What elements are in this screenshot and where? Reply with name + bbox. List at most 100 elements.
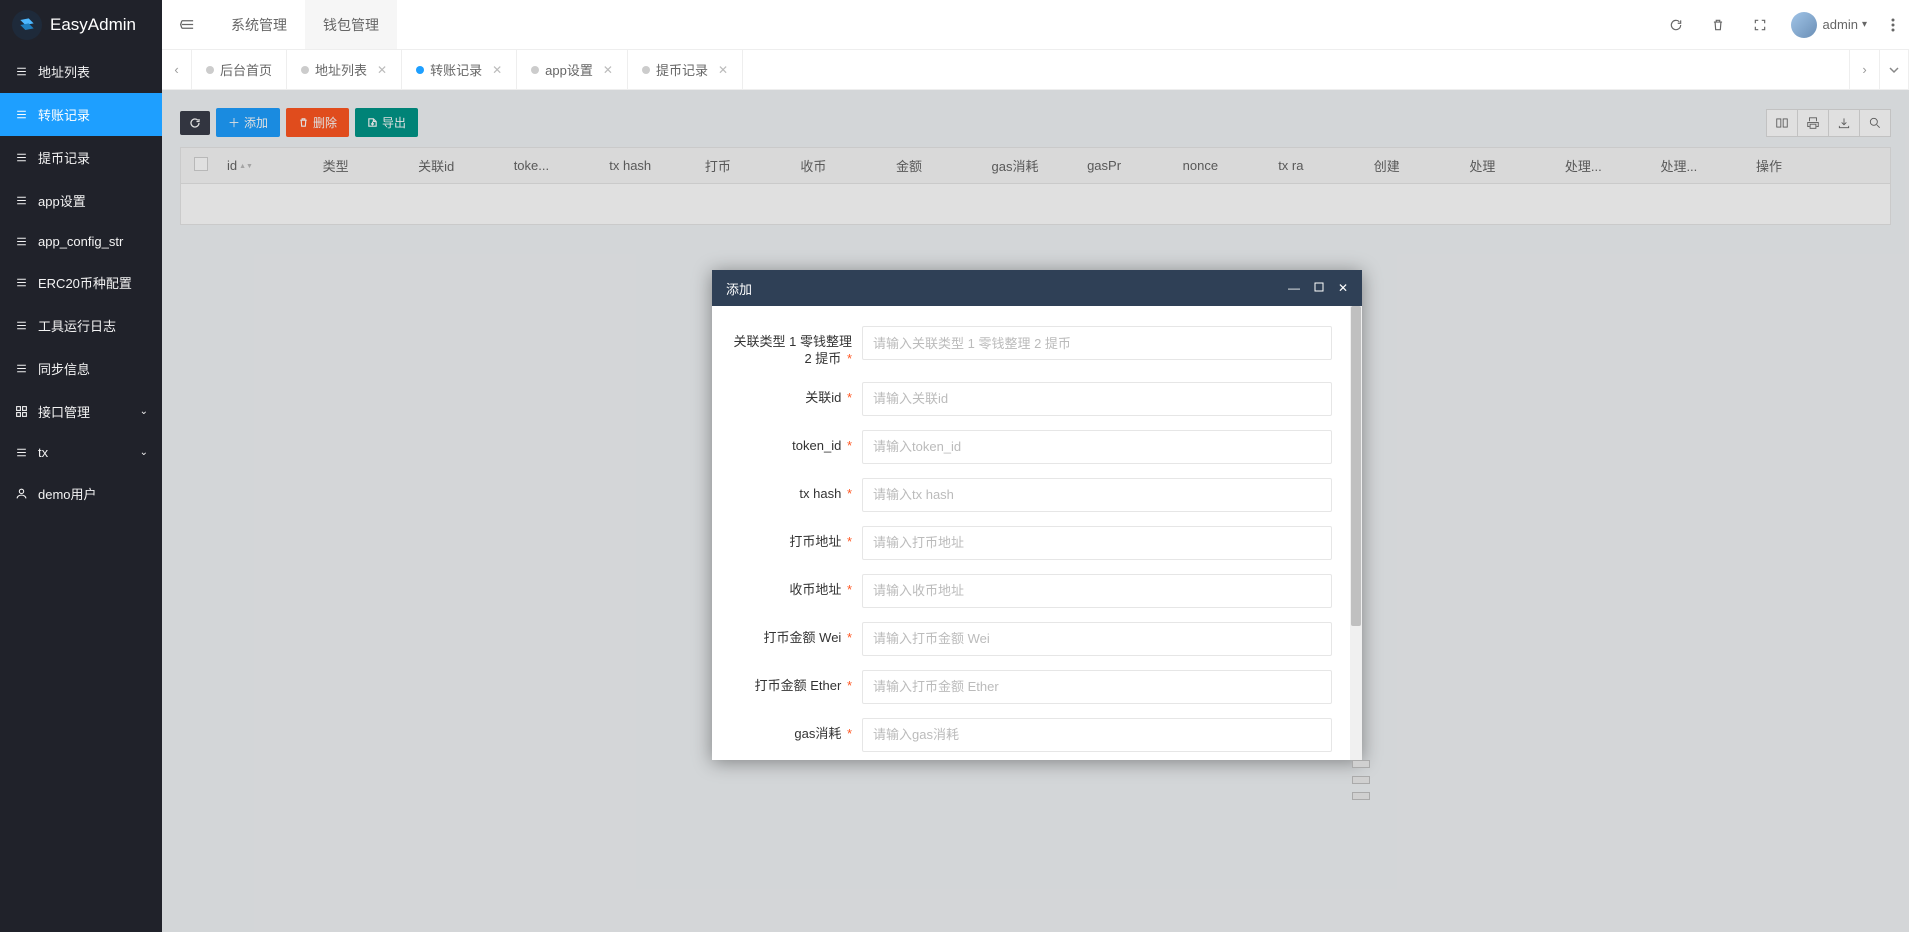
more-vertical-icon bbox=[1891, 18, 1895, 32]
chevron-down-icon: ▾ bbox=[1862, 19, 1867, 30]
grid-icon bbox=[14, 405, 28, 418]
form-row-0: 关联类型 1 零钱整理 2 提币 * bbox=[732, 326, 1332, 368]
sidebar-item-label: demo用户 bbox=[38, 484, 97, 503]
sidebar-item-label: tx bbox=[38, 445, 48, 460]
modal-title: 添加 bbox=[726, 279, 752, 298]
tab-0[interactable]: 后台首页 bbox=[192, 50, 287, 89]
sidebar-item-3[interactable]: app设置 bbox=[0, 179, 162, 222]
form-label: token_id * bbox=[732, 430, 862, 455]
required-mark: * bbox=[847, 678, 852, 693]
refresh-button[interactable] bbox=[1655, 0, 1697, 49]
tab-label: 后台首页 bbox=[220, 60, 272, 79]
header-nav-1[interactable]: 钱包管理 bbox=[305, 0, 397, 49]
list-icon bbox=[14, 362, 28, 375]
sidebar-item-2[interactable]: 提币记录 bbox=[0, 136, 162, 179]
form-row-7: 打币金额 Ether * bbox=[732, 670, 1332, 704]
form-label: 打币金额 Ether * bbox=[732, 670, 862, 695]
required-mark: * bbox=[847, 534, 852, 549]
side-menu: 地址列表转账记录提币记录 app设置 app_config_strERC20币种配置… bbox=[0, 50, 162, 932]
form-row-4: 打币地址 * bbox=[732, 526, 1332, 560]
form-label: 打币金额 Wei * bbox=[732, 622, 862, 647]
form-input-8[interactable] bbox=[862, 718, 1332, 752]
form-input-1[interactable] bbox=[862, 382, 1332, 416]
more-button[interactable] bbox=[1877, 0, 1909, 49]
form-row-1: 关联id * bbox=[732, 382, 1332, 416]
required-mark: * bbox=[847, 630, 852, 645]
sidebar-item-label: 同步信息 bbox=[38, 359, 90, 378]
collapse-sidebar-button[interactable] bbox=[162, 0, 213, 49]
form-row-5: 收币地址 * bbox=[732, 574, 1332, 608]
form-input-0[interactable] bbox=[862, 326, 1332, 360]
tab-close-button[interactable]: ✕ bbox=[603, 63, 613, 77]
modal-body: 关联类型 1 零钱整理 2 提币 *关联id *token_id *tx has… bbox=[712, 306, 1362, 760]
sidebar: EasyAdmin 地址列表转账记录提币记录 app设置 app_config_st… bbox=[0, 0, 162, 932]
form-label: 收币地址 * bbox=[732, 574, 862, 599]
tab-scroll-left[interactable]: ‹ bbox=[162, 50, 192, 89]
sidebar-item-0[interactable]: 地址列表 bbox=[0, 50, 162, 93]
form-input-6[interactable] bbox=[862, 622, 1332, 656]
form-input-3[interactable] bbox=[862, 478, 1332, 512]
tab-2[interactable]: 转账记录✕ bbox=[402, 50, 517, 89]
form-label: gas消耗 * bbox=[732, 718, 862, 743]
form-row-6: 打币金额 Wei * bbox=[732, 622, 1332, 656]
sidebar-item-label: 工具运行日志 bbox=[38, 316, 116, 335]
form-input-4[interactable] bbox=[862, 526, 1332, 560]
form-label: 关联类型 1 零钱整理 2 提币 * bbox=[732, 326, 862, 368]
form-label: 打币地址 * bbox=[732, 526, 862, 551]
resize-handle[interactable] bbox=[1352, 760, 1370, 800]
clear-button[interactable] bbox=[1697, 0, 1739, 49]
tab-scroll-right[interactable]: › bbox=[1849, 50, 1879, 89]
form-input-5[interactable] bbox=[862, 574, 1332, 608]
sidebar-item-1[interactable]: 转账记录 bbox=[0, 93, 162, 136]
sidebar-item-4[interactable]: app_config_str bbox=[0, 222, 162, 261]
tab-4[interactable]: 提币记录✕ bbox=[628, 50, 743, 89]
tab-dot-icon bbox=[416, 66, 424, 74]
sidebar-item-7[interactable]: 同步信息 bbox=[0, 347, 162, 390]
brand-logo[interactable]: EasyAdmin bbox=[0, 0, 162, 50]
tab-close-button[interactable]: ✕ bbox=[377, 63, 387, 77]
list-icon bbox=[14, 235, 28, 248]
sidebar-item-10[interactable]: demo用户 bbox=[0, 472, 162, 515]
tab-label: app设置 bbox=[545, 60, 593, 79]
list-icon bbox=[14, 151, 28, 164]
chevron-down-icon: ⌄ bbox=[140, 447, 148, 458]
modal-scrollbar[interactable] bbox=[1350, 306, 1362, 760]
sidebar-item-8[interactable]: 接口管理⌄ bbox=[0, 390, 162, 433]
avatar bbox=[1791, 12, 1817, 38]
tab-label: 地址列表 bbox=[315, 60, 367, 79]
modal-maximize-button[interactable] bbox=[1314, 281, 1324, 295]
form-input-7[interactable] bbox=[862, 670, 1332, 704]
sidebar-item-5[interactable]: ERC20币种配置 bbox=[0, 261, 162, 304]
menu-icon bbox=[180, 17, 195, 32]
tab-close-button[interactable]: ✕ bbox=[492, 63, 502, 77]
user-menu[interactable]: admin ▾ bbox=[1781, 0, 1877, 49]
sidebar-item-6[interactable]: 工具运行日志 bbox=[0, 304, 162, 347]
modal-minimize-button[interactable]: — bbox=[1288, 281, 1300, 295]
sidebar-item-label: app设置 bbox=[38, 191, 86, 210]
user-name: admin bbox=[1823, 17, 1858, 32]
brand-icon bbox=[12, 10, 42, 40]
tab-menu[interactable] bbox=[1879, 50, 1909, 89]
modal-header[interactable]: 添加 — ✕ bbox=[712, 270, 1362, 306]
tab-1[interactable]: 地址列表 ✕ bbox=[287, 50, 402, 89]
form-input-2[interactable] bbox=[862, 430, 1332, 464]
scrollbar-thumb[interactable] bbox=[1351, 306, 1361, 626]
fullscreen-icon bbox=[1753, 18, 1767, 32]
required-mark: * bbox=[847, 390, 852, 405]
list-icon bbox=[14, 65, 28, 78]
modal-close-button[interactable]: ✕ bbox=[1338, 281, 1348, 295]
tab-close-button[interactable]: ✕ bbox=[718, 63, 728, 77]
brand-text: EasyAdmin bbox=[50, 15, 136, 35]
user-icon bbox=[14, 487, 28, 500]
trash-icon bbox=[1711, 18, 1725, 32]
header-nav-0[interactable]: 系统管理 bbox=[213, 0, 305, 49]
tab-3[interactable]: app设置 ✕ bbox=[517, 50, 628, 89]
form-row-8: gas消耗 * bbox=[732, 718, 1332, 752]
maximize-icon bbox=[1314, 282, 1324, 292]
required-mark: * bbox=[847, 726, 852, 741]
fullscreen-button[interactable] bbox=[1739, 0, 1781, 49]
add-modal: 添加 — ✕ 关联类型 1 零钱整理 2 提币 * 关联id * token_id … bbox=[712, 270, 1362, 760]
sidebar-item-9[interactable]: tx ⌄ bbox=[0, 433, 162, 472]
list-icon bbox=[14, 194, 28, 207]
chevron-down-icon bbox=[1889, 65, 1899, 75]
